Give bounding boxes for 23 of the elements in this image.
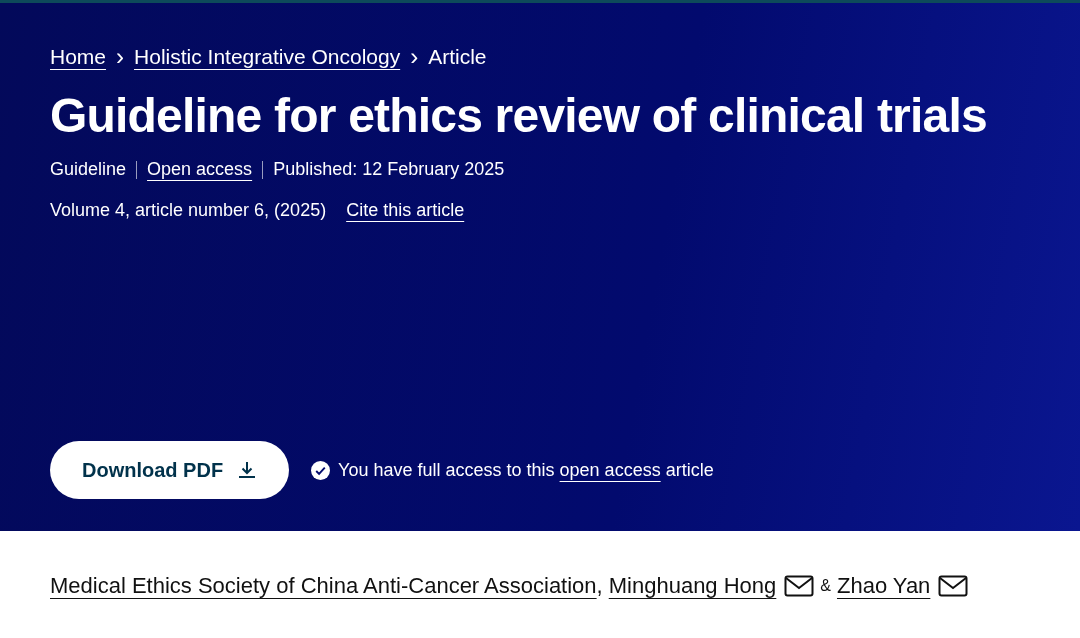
volume-info: Volume 4, article number 6, (2025) <box>50 199 327 223</box>
author-separator: , <box>596 572 603 600</box>
open-access-link[interactable]: open access <box>559 459 661 480</box>
envelope-icon[interactable] <box>784 574 815 597</box>
envelope-icon[interactable] <box>938 574 969 597</box>
breadcrumb-separator: › <box>116 44 125 69</box>
breadcrumb-current: Article <box>428 44 487 70</box>
breadcrumb-link[interactable]: Home <box>50 41 107 73</box>
author-link[interactable]: Zhao Yan <box>837 569 931 602</box>
breadcrumb-link[interactable]: Holistic Integrative Oncology <box>134 41 401 73</box>
article-meta: Guideline <box>50 158 127 182</box>
cite-link[interactable]: Cite this article <box>346 197 465 225</box>
article-meta: Published: 12 February 2025 <box>273 158 505 182</box>
download-pdf-button[interactable]: Download PDF <box>50 441 290 499</box>
author-separator: & <box>820 575 831 596</box>
access-note: You have full access to this open access article <box>338 458 714 482</box>
check-circle-icon <box>311 460 331 480</box>
breadcrumb-separator: › <box>410 44 419 69</box>
author-link[interactable]: Medical Ethics Society of China Anti-Cancer Association <box>50 569 597 602</box>
author-link[interactable]: Minghuang Hong <box>608 569 777 602</box>
open-access-link[interactable]: Open access <box>147 156 253 184</box>
download-icon <box>237 460 258 480</box>
article-title: Guideline for ethics review of clinical trials <box>50 87 988 144</box>
